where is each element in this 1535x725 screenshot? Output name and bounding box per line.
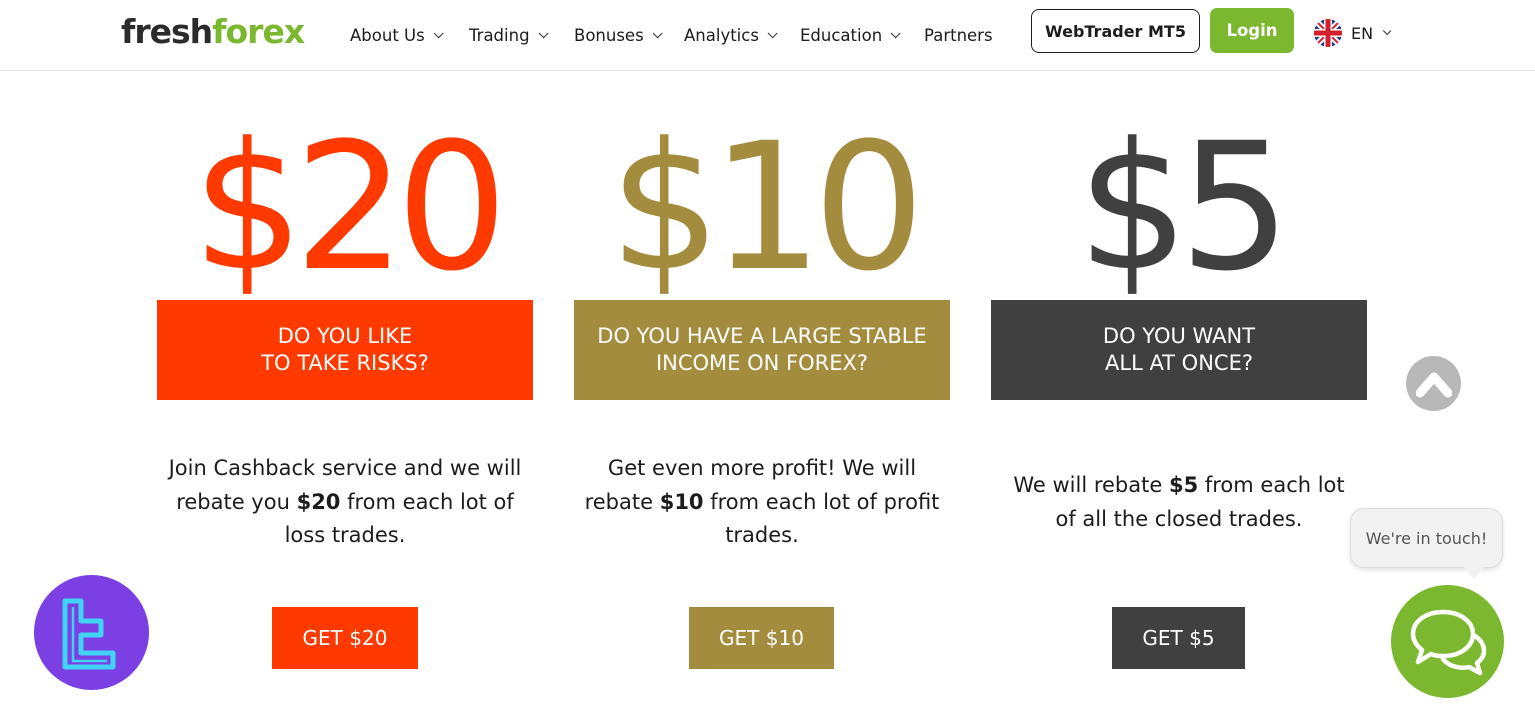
offer-amount: $20 bbox=[192, 105, 508, 310]
offer-description: Get even more profit! We will rebate $10… bbox=[574, 452, 950, 553]
nav-label: Analytics bbox=[684, 25, 759, 45]
offer-description: Join Cashback service and we will rebate… bbox=[157, 452, 533, 553]
scroll-top-button[interactable] bbox=[1406, 356, 1461, 411]
chat-tooltip-text: We're in touch! bbox=[1365, 528, 1488, 548]
question-line-1: DO YOU HAVE A LARGE STABLE bbox=[597, 324, 927, 348]
chevron-down-icon bbox=[767, 27, 778, 38]
brand-mark-icon bbox=[62, 598, 115, 669]
nav-trading[interactable]: Trading bbox=[469, 23, 549, 47]
nav-label: Education bbox=[800, 25, 883, 45]
nav-label: Partners bbox=[924, 25, 993, 45]
chat-button[interactable] bbox=[1391, 585, 1504, 698]
nav-bonuses[interactable]: Bonuses bbox=[574, 23, 663, 47]
site-header: freshforex About Us Trading Bonuses Anal… bbox=[0, 0, 1535, 71]
get-5-button[interactable]: GET $5 bbox=[1112, 607, 1245, 669]
question-line-1: DO YOU LIKE bbox=[277, 324, 413, 348]
chevron-down-icon bbox=[652, 27, 663, 38]
question-line-2: INCOME ON FOREX? bbox=[655, 351, 869, 375]
desc-text: We will rebate bbox=[1013, 473, 1169, 497]
nav-label: Bonuses bbox=[574, 25, 644, 45]
question-line-2: TO TAKE RISKS? bbox=[261, 351, 429, 375]
desc-amount: $5 bbox=[1168, 473, 1199, 497]
desc-text: from each lot of profit trades. bbox=[703, 489, 940, 548]
webtrader-button[interactable]: WebTrader MT5 bbox=[1031, 9, 1200, 53]
chat-tooltip: We're in touch! bbox=[1350, 508, 1503, 579]
chevron-down-icon bbox=[538, 27, 549, 38]
offer-question-box: DO YOU WANT ALL AT ONCE? bbox=[991, 300, 1367, 400]
logo-text-forex: forex bbox=[212, 12, 305, 51]
offer-amount: $10 bbox=[609, 105, 925, 310]
uk-flag-icon bbox=[1314, 19, 1342, 47]
offer-question-box: DO YOU LIKE TO TAKE RISKS? bbox=[157, 300, 533, 400]
tooltip-tail bbox=[1464, 567, 1484, 579]
chevron-down-icon bbox=[433, 27, 444, 38]
corner-watermark-logo bbox=[34, 575, 149, 690]
offer-question-box: DO YOU HAVE A LARGE STABLE INCOME ON FOR… bbox=[574, 300, 950, 400]
chat-bubbles-icon bbox=[1410, 609, 1486, 675]
chevron-down-icon bbox=[890, 27, 901, 38]
nav-analytics[interactable]: Analytics bbox=[684, 23, 778, 47]
login-button[interactable]: Login bbox=[1210, 8, 1294, 53]
nav-education[interactable]: Education bbox=[800, 23, 901, 47]
nav-partners[interactable]: Partners bbox=[924, 23, 993, 47]
offer-description: We will rebate $5 from each lot of all t… bbox=[991, 469, 1367, 536]
language-label: EN bbox=[1351, 23, 1374, 43]
question-line-2: ALL AT ONCE? bbox=[1105, 351, 1253, 375]
offer-amount: $5 bbox=[1077, 105, 1291, 310]
get-20-button[interactable]: GET $20 bbox=[272, 607, 418, 669]
nav-label: About Us bbox=[350, 25, 425, 45]
scroll-top-icon bbox=[1415, 372, 1452, 397]
desc-amount: $20 bbox=[296, 489, 341, 514]
language-selector[interactable]: EN bbox=[1313, 18, 1392, 48]
desc-amount: $10 bbox=[659, 489, 704, 514]
chevron-down-icon bbox=[1382, 26, 1392, 36]
nav-label: Trading bbox=[469, 25, 530, 45]
get-10-button[interactable]: GET $10 bbox=[689, 607, 834, 669]
logo-text-fresh: fresh bbox=[121, 12, 213, 51]
question-line-1: DO YOU WANT bbox=[1102, 324, 1256, 348]
freshforex-logo[interactable]: freshforex bbox=[121, 10, 305, 54]
nav-about-us[interactable]: About Us bbox=[350, 23, 444, 47]
